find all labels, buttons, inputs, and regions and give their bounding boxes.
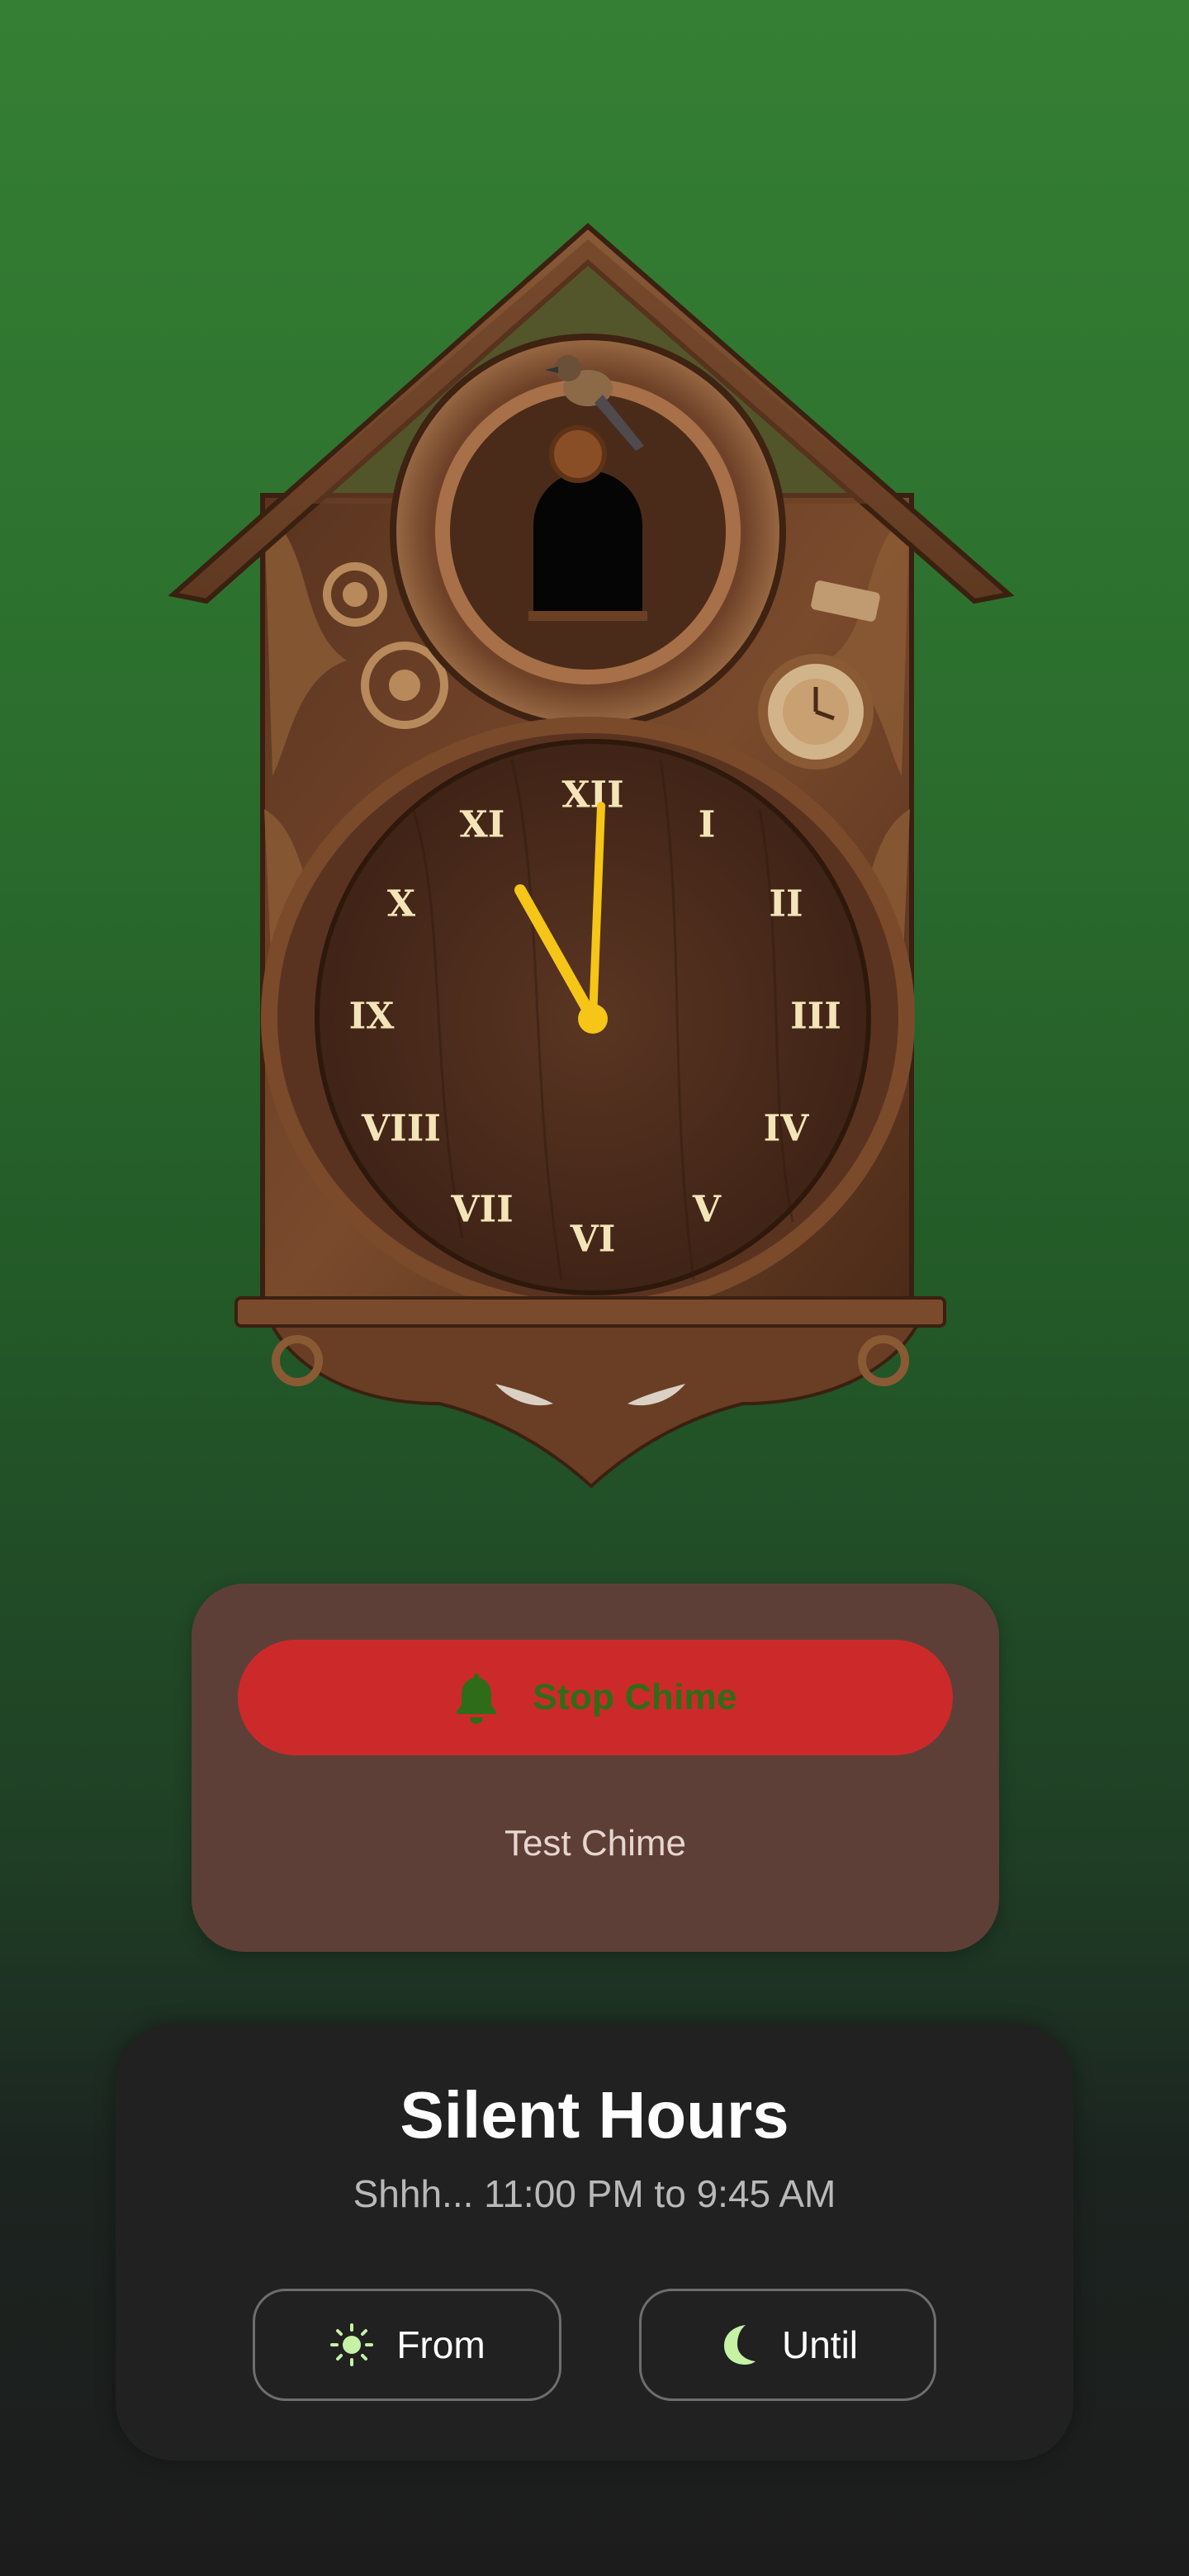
- from-button[interactable]: From: [253, 2289, 561, 2401]
- numeral-4: IV: [764, 1108, 810, 1150]
- until-button[interactable]: Until: [639, 2289, 936, 2401]
- numeral-10: X: [387, 883, 416, 926]
- stop-chime-button[interactable]: Stop Chime: [238, 1640, 953, 1755]
- hand-pivot: [578, 1004, 608, 1034]
- numeral-9: IX: [349, 996, 396, 1038]
- test-chime-button[interactable]: Test Chime: [439, 1798, 751, 1889]
- bell-icon: [457, 1674, 497, 1724]
- numeral-2: II: [769, 883, 803, 926]
- numeral-1: I: [699, 804, 716, 846]
- moon-icon: [723, 2325, 756, 2365]
- until-label: Until: [781, 2323, 859, 2366]
- numeral-7: VII: [450, 1189, 513, 1231]
- numeral-8: VIII: [361, 1108, 441, 1150]
- silent-hours-card: Silent Hours Shhh... 11:00 PM to 9:45 AM…: [116, 2024, 1073, 2460]
- clock-base-ornament: [269, 1324, 920, 1489]
- clock-shelf: [234, 1296, 946, 1328]
- from-label: From: [396, 2323, 486, 2366]
- cuckoo-clock-illustration: XII I II III IV V VI VII VIII IX X XI: [168, 223, 1015, 1489]
- sun-icon: [330, 2323, 374, 2366]
- silent-hours-title: Silent Hours: [400, 2078, 789, 2152]
- numeral-3: III: [790, 996, 841, 1038]
- numeral-11: XI: [460, 804, 505, 846]
- silent-hours-subtitle: Shhh... 11:00 PM to 9:45 AM: [353, 2172, 836, 2215]
- chime-card: Stop Chime Test Chime: [192, 1584, 999, 1952]
- numeral-12: XII: [561, 774, 623, 817]
- numeral-5: V: [692, 1189, 722, 1231]
- stop-chime-label: Stop Chime: [533, 1677, 737, 1717]
- numeral-6: VI: [570, 1219, 616, 1261]
